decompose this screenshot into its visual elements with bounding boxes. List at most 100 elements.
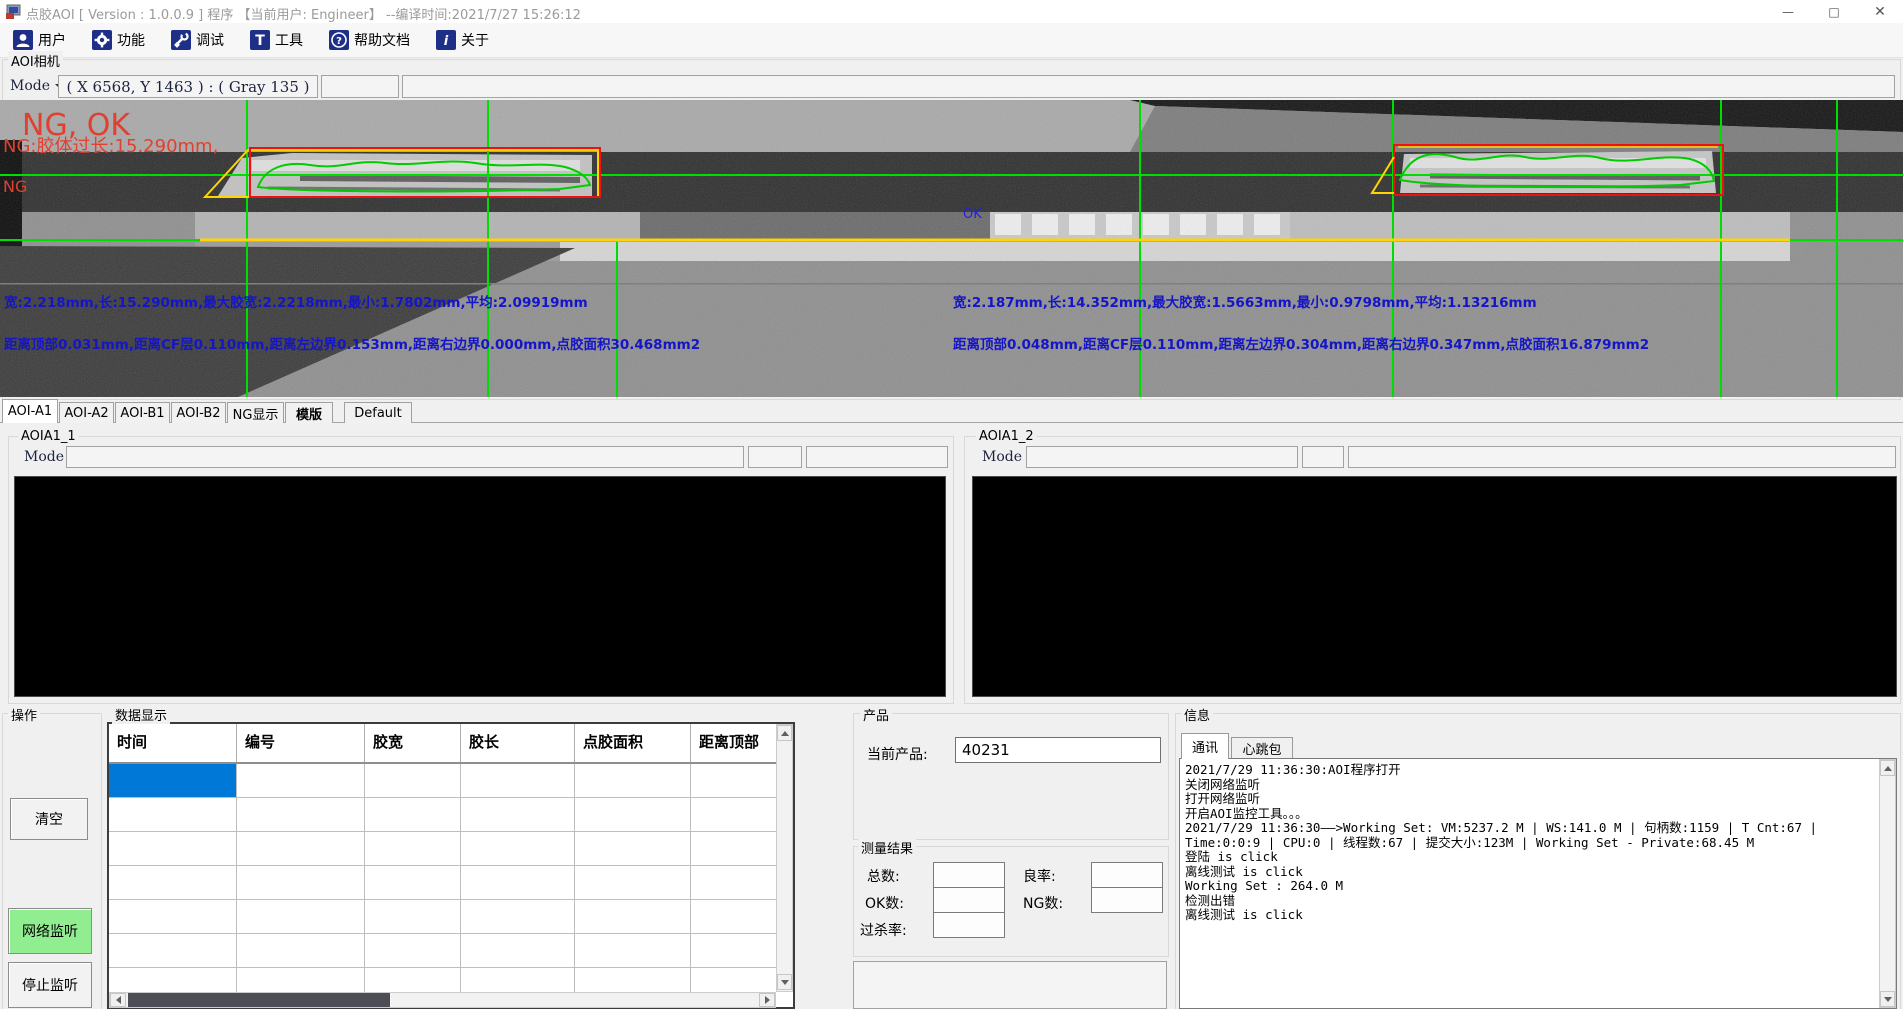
svg-text:i: i — [444, 34, 449, 49]
network-listen-button[interactable]: 网络监听 — [8, 908, 92, 954]
log-line: 开启AOI监控工具。。。 — [1185, 807, 1892, 822]
arrow-right-icon — [765, 996, 770, 1004]
data-table: 时间 编号 胶宽 胶长 点胶面积 距离顶部 — [107, 722, 795, 1009]
table-row[interactable] — [109, 798, 793, 832]
yield-rate-label: 良率: — [1023, 866, 1056, 886]
table-row[interactable] — [109, 934, 793, 968]
tab-comms[interactable]: 通讯 — [1181, 733, 1229, 759]
total-count-field — [933, 862, 1005, 888]
table-row[interactable] — [109, 968, 793, 994]
column-header-glue-length[interactable]: 胶长 — [461, 724, 575, 762]
svg-text:?: ? — [336, 36, 342, 47]
toolbar-help-button[interactable]: ? 帮助文档 — [324, 27, 415, 53]
column-header-id[interactable]: 编号 — [237, 724, 365, 762]
maximize-button[interactable]: □ — [1811, 0, 1857, 23]
table-row[interactable] — [109, 900, 793, 934]
arrow-down-icon — [781, 980, 789, 985]
table-vertical-scrollbar[interactable] — [776, 724, 793, 992]
camera-group-label: AOI相机 — [8, 51, 63, 70]
scroll-right-button[interactable] — [759, 993, 775, 1007]
stop-listen-button[interactable]: 停止监听 — [8, 962, 92, 1008]
tab-default[interactable]: Default — [344, 402, 412, 423]
column-header-distance-top[interactable]: 距离顶部 — [691, 724, 776, 762]
operations-group-label: 操作 — [8, 705, 40, 724]
column-header-glue-area[interactable]: 点胶面积 — [575, 724, 691, 762]
camera-image-view[interactable]: NG, OK NG:胶体过长:15.290mm, NG OK 宽:2.218mm… — [0, 100, 1903, 397]
subpanel-left-info-long — [66, 446, 744, 468]
table-row[interactable] — [109, 764, 793, 798]
subpanel-left-image-view[interactable] — [14, 476, 946, 697]
debug-wrench-icon — [171, 30, 191, 50]
product-extra-box — [853, 961, 1167, 1009]
clear-button[interactable]: 清空 — [10, 798, 88, 840]
tab-ng-display[interactable]: NG显示 — [227, 402, 284, 423]
ok-count-field — [933, 887, 1005, 913]
camera-mode-dropdown[interactable]: Mode — [10, 78, 63, 94]
tab-aoi-b1[interactable]: AOI-B1 — [115, 402, 170, 423]
left-stats-line2: 距离顶部0.031mm,距离CF层0.110mm,距离左边界0.153mm,距离… — [4, 336, 700, 353]
selected-cell[interactable] — [109, 764, 237, 797]
column-header-glue-width[interactable]: 胶宽 — [365, 724, 461, 762]
toolbar-tools-button[interactable]: T 工具 — [245, 27, 308, 53]
subpanel-left-info-small — [748, 446, 802, 468]
log-line: 2021/7/29 11:36:30——>Working Set: VM:523… — [1185, 821, 1892, 836]
log-line: 关闭网络监听 — [1185, 778, 1892, 793]
minimize-button[interactable]: — — [1765, 0, 1811, 23]
toolbar-about-button[interactable]: i 关于 — [431, 27, 494, 53]
arrow-left-icon — [116, 996, 121, 1004]
table-row[interactable] — [109, 832, 793, 866]
toolbar-debug-button[interactable]: 调试 — [166, 27, 229, 53]
table-row[interactable] — [109, 866, 793, 900]
current-product-label: 当前产品: — [867, 744, 928, 764]
main-toolbar: 用户 功能 调试 T 工具 ? 帮助文档 i 关于 — [0, 23, 1903, 58]
tool-icon: T — [250, 30, 270, 50]
user-icon — [13, 30, 33, 50]
yield-rate-field — [1091, 862, 1163, 888]
ng-message-text: NG:胶体过长:15.290mm, — [3, 136, 218, 157]
toolbar-function-button[interactable]: 功能 — [87, 27, 150, 53]
overkill-rate-field — [933, 912, 1005, 938]
horizontal-scroll-thumb[interactable] — [128, 993, 390, 1007]
ng-count-label: NG数: — [1023, 893, 1063, 913]
subpanel-right-info-mid — [1348, 446, 1896, 468]
scroll-up-button[interactable] — [777, 725, 792, 741]
current-product-input[interactable] — [955, 737, 1161, 763]
data-display-group-label: 数据显示 — [112, 705, 170, 724]
log-scrollbar[interactable] — [1879, 759, 1896, 1008]
table-body — [109, 764, 793, 994]
ok-label-text: OK — [963, 207, 982, 222]
tab-aoi-b2[interactable]: AOI-B2 — [171, 402, 226, 423]
tab-aoi-a2[interactable]: AOI-A2 — [59, 402, 114, 423]
overkill-rate-label: 过杀率: — [860, 920, 907, 940]
scroll-left-button[interactable] — [110, 993, 126, 1007]
scroll-down-button[interactable] — [777, 974, 792, 990]
camera-image-svg: NG, OK NG:胶体过长:15.290mm, NG OK 宽:2.218mm… — [0, 100, 1903, 397]
gear-icon — [92, 30, 112, 50]
close-button[interactable]: ✕ — [1857, 0, 1903, 23]
subpanel-left-info-mid — [806, 446, 948, 468]
left-stats-line1: 宽:2.218mm,长:15.290mm,最大胶宽:2.2218mm,最小:1.… — [4, 294, 588, 311]
app-window: 点胶AOI [ Version : 1.0.0.9 ] 程序 【当前用户: En… — [0, 0, 1903, 1009]
right-stats-line1: 宽:2.187mm,长:14.352mm,最大胶宽:1.5663mm,最小:0.… — [953, 294, 1537, 311]
subpanel-right-info-long — [1026, 446, 1298, 468]
ng-label-text: NG — [3, 177, 27, 196]
arrow-up-icon — [1884, 766, 1892, 771]
help-icon: ? — [329, 30, 349, 50]
arrow-up-icon — [781, 731, 789, 736]
scroll-down-button[interactable] — [1880, 991, 1895, 1007]
log-line: 离线测试 is click — [1185, 908, 1892, 923]
ok-count-label: OK数: — [865, 893, 904, 913]
log-line: Working Set : 264.0 M — [1185, 879, 1892, 894]
tab-template[interactable]: 模版 — [285, 402, 333, 423]
tab-aoi-a1[interactable]: AOI-A1 — [2, 399, 58, 423]
subpanel-right-image-view[interactable] — [972, 476, 1897, 697]
tab-heartbeat[interactable]: 心跳包 — [1231, 737, 1293, 759]
scroll-up-button[interactable] — [1880, 760, 1895, 776]
total-count-label: 总数: — [867, 866, 900, 886]
comms-log[interactable]: 2021/7/29 11:36:30:AOI程序打开 关闭网络监听 打开网络监听… — [1179, 758, 1897, 1009]
table-horizontal-scrollbar[interactable] — [109, 992, 776, 1008]
toolbar-user-button[interactable]: 用户 — [8, 27, 71, 53]
product-group-box — [853, 713, 1169, 840]
column-header-time[interactable]: 时间 — [109, 724, 237, 762]
log-line: 登陆 is click — [1185, 850, 1892, 865]
